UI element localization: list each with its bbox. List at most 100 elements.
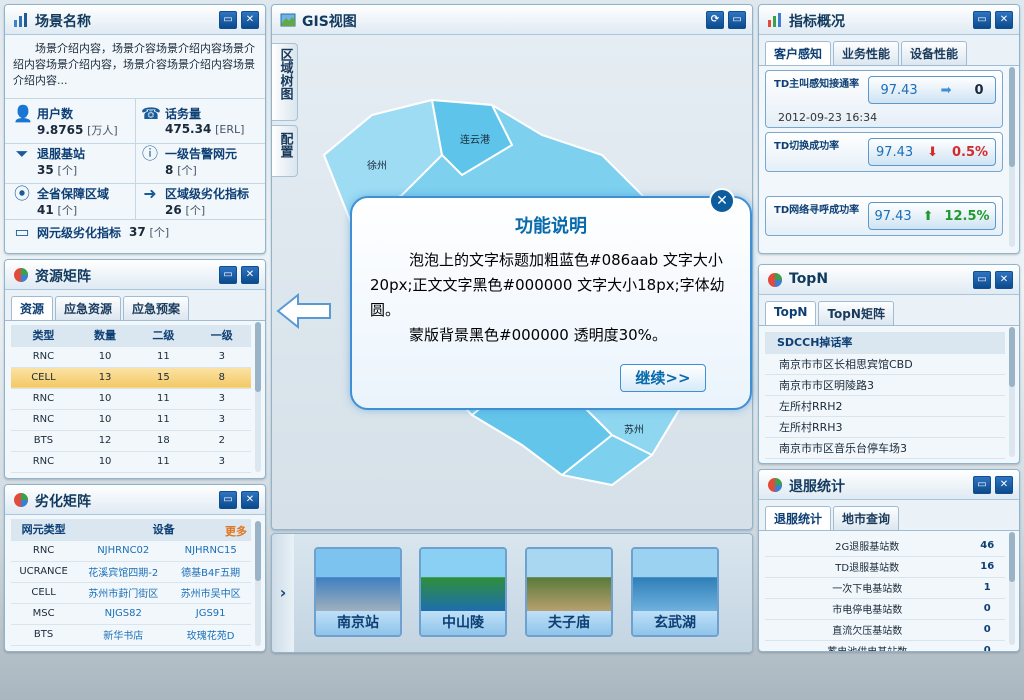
scene-thumbnail[interactable]: 中山陵 — [419, 547, 507, 637]
table-row[interactable]: BTS 12 18 2 — [11, 430, 251, 452]
table-row[interactable]: CELL 苏州市葑门街区 苏州市吴中区 — [11, 582, 251, 604]
table-cell[interactable]: JGS91 — [170, 603, 251, 625]
table-row[interactable]: UCRANCE 花溪宾馆四期-2 德基B4F五期 — [11, 561, 251, 583]
list-item[interactable]: 南京市市区长相思宾馆CBD — [765, 354, 1005, 375]
tab[interactable]: TopN矩阵 — [818, 301, 894, 325]
list-item[interactable]: 左所村RRH2 — [765, 396, 1005, 417]
table-row[interactable]: CELL 13 15 8 — [11, 367, 251, 389]
left-arrow-icon — [276, 293, 331, 329]
column-header: 二级 — [134, 325, 193, 347]
scrollbar[interactable] — [255, 521, 261, 646]
metric-change: 0 — [974, 82, 984, 98]
resource-title: 资源矩阵 — [35, 269, 91, 285]
tab[interactable]: 应急预案 — [123, 296, 190, 320]
minimize-button[interactable]: ▭ — [973, 271, 991, 289]
topn-tabs: TopN TopN矩阵 — [759, 295, 1019, 326]
list-item[interactable]: 南京市市区明陵路3 — [765, 375, 1005, 396]
tab[interactable]: 设备性能 — [901, 41, 968, 65]
close-button[interactable]: ✕ — [995, 476, 1013, 494]
stat-value-line: 9.8765 [万人] — [37, 122, 118, 138]
minimize-button[interactable]: ▭ — [973, 476, 991, 494]
table-cell: 1 — [969, 577, 1005, 599]
table-row[interactable]: RNC 10 11 3 — [11, 409, 251, 431]
scrollbar[interactable] — [1009, 327, 1015, 457]
table-cell[interactable]: 苏州市葑门街区 — [76, 582, 171, 604]
table-cell[interactable]: 新华书店 — [76, 624, 171, 646]
table-row[interactable]: MSC NJGS82 JGS91 — [11, 603, 251, 625]
table-cell[interactable]: 玫瑰花苑D — [170, 624, 251, 646]
tab[interactable]: TopN — [765, 301, 817, 325]
stat-item: ⏷ 退服基站 35 [个] — [13, 145, 85, 178]
function-bubble: 功能说明 泡泡上的文字标题加粗蓝色#086aab 文字大小20px;正文文字黑色… — [350, 196, 752, 410]
pie-chart-icon — [768, 478, 782, 492]
tab[interactable]: 地市查询 — [833, 506, 900, 530]
metric-card[interactable]: TD切换成功率 97.43 ⬇ 0.5% — [765, 132, 1003, 172]
minimize-button[interactable]: ▭ — [973, 11, 991, 29]
table-cell[interactable]: NJGS82 — [76, 603, 171, 625]
tab[interactable]: 客户感知 — [765, 41, 832, 65]
metric-name: TD切换成功率 — [774, 141, 840, 152]
table-row[interactable]: BTS 新华书店 玫瑰花苑D — [11, 624, 251, 646]
metric-card[interactable]: TD主叫感知接通率 97.43 ➡ 0 2012-09-23 16:34 — [765, 70, 1003, 128]
city-label-lianyungang: 连云港 — [460, 135, 490, 146]
tab[interactable]: 退服统计 — [765, 506, 832, 530]
table-cell[interactable]: 德基B4F五期 — [170, 561, 251, 583]
thumbnail-caption: 南京站 — [316, 611, 400, 635]
more-link[interactable]: 更多 — [225, 523, 247, 539]
minimize-button[interactable]: ▭ — [219, 11, 237, 29]
stat-value: 37 — [129, 225, 146, 239]
table-cell: 3 — [192, 451, 251, 473]
table-cell[interactable]: 花溪宾馆四期-2 — [76, 561, 171, 583]
scrollbar[interactable] — [1009, 532, 1015, 645]
stat-text: 退服基站 35 [个] — [37, 145, 85, 178]
scene-thumbnail[interactable]: 玄武湖 — [631, 547, 719, 637]
side-tab-area-tree[interactable]: 区域树图 — [272, 43, 298, 121]
table-cell[interactable]: NJHRNC15 — [170, 540, 251, 562]
topn-title: TopN — [789, 271, 829, 287]
refresh-button[interactable]: ⟳ — [706, 11, 724, 29]
expand-arrow-button[interactable]: › — [272, 534, 294, 652]
table-row[interactable]: RNC 10 11 3 — [11, 388, 251, 410]
table-cell: UCRANCE — [11, 561, 77, 583]
minimize-button[interactable]: ▭ — [219, 491, 237, 509]
bubble-close-button[interactable]: ✕ — [709, 188, 735, 214]
close-button[interactable]: ✕ — [241, 266, 259, 284]
table-cell: 0 — [969, 640, 1005, 651]
city-label-suzhou: 苏州 — [624, 425, 644, 436]
scene-thumbnail[interactable]: 夫子庙 — [525, 547, 613, 637]
resource-panel: 资源矩阵 ▭ ✕ 资源 应急资源 应急预案 类型 数量 二级 一级 RNC 10 11 3 CELL 1… — [4, 259, 266, 479]
tab[interactable]: 资源 — [11, 296, 54, 320]
scrollbar[interactable] — [255, 322, 261, 472]
list-item[interactable]: 左所村RRH3 — [765, 417, 1005, 438]
stat-text: 一级告警网元 8 [个] — [165, 145, 237, 178]
map-icon — [280, 13, 296, 27]
tab[interactable]: 应急资源 — [55, 296, 122, 320]
scene-thumbnail[interactable]: 南京站 — [314, 547, 402, 637]
table-row[interactable]: RNC NJHRNC02 NJHRNC15 — [11, 540, 251, 562]
bubble-body-2: 蒙版背景黑色#000000 透明度30%。 — [409, 326, 667, 344]
close-button[interactable]: ✕ — [995, 271, 1013, 289]
metric-change: 12.5% — [944, 208, 990, 224]
continue-button[interactable]: 继续>> — [620, 364, 706, 392]
table-row[interactable]: RNC 10 11 3 — [11, 451, 251, 473]
table-cell: 12 — [75, 430, 135, 452]
close-button[interactable]: ✕ — [995, 11, 1013, 29]
table-cell[interactable]: 苏州市吴中区 — [170, 582, 251, 604]
list-item[interactable]: 南京市市区音乐台停车场3 — [765, 438, 1005, 459]
metric-card[interactable]: TD网络寻呼成功率 97.43 ⬆ 12.5% — [765, 196, 1003, 236]
minimize-button[interactable]: ▭ — [728, 11, 746, 29]
close-button[interactable]: ✕ — [241, 491, 259, 509]
topn-header: SDCCH掉话率 — [765, 332, 1005, 354]
trend-right-icon: ➡ — [940, 82, 952, 98]
close-button[interactable]: ✕ — [241, 11, 259, 29]
side-tab-config[interactable]: 配置 — [272, 125, 298, 177]
tab[interactable]: 业务性能 — [833, 41, 900, 65]
minimize-button[interactable]: ▭ — [219, 266, 237, 284]
table-row[interactable]: RNC 10 11 3 — [11, 346, 251, 368]
scrollbar[interactable] — [1009, 67, 1015, 247]
table-cell[interactable]: NJHRNC02 — [76, 540, 171, 562]
table-cell: 3 — [192, 346, 251, 368]
pie-chart-icon — [14, 493, 28, 507]
table-cell: 10 — [75, 346, 135, 368]
stat-value-line: 475.34 [ERL] — [165, 122, 244, 136]
